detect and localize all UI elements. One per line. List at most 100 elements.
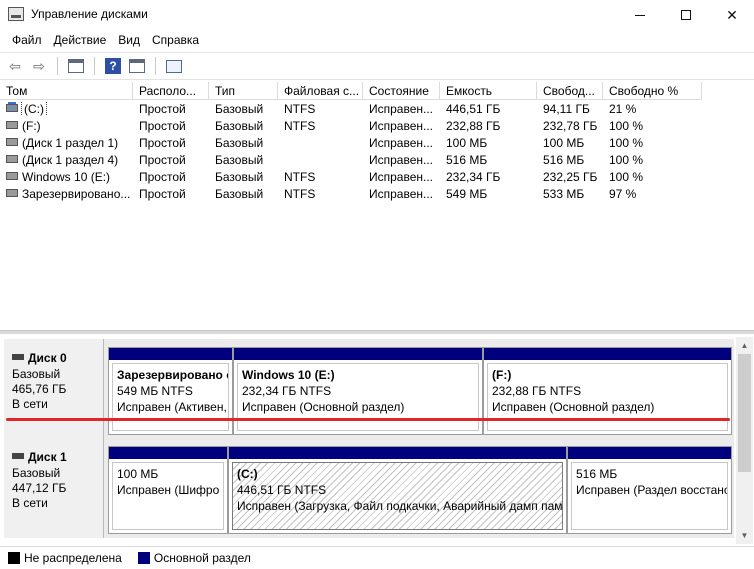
capacity-cell: 549 МБ [446,187,488,201]
status-cell: Исправен... [369,102,434,116]
disk-list-button[interactable] [65,55,87,77]
layout-cell: Простой [139,153,186,167]
volume-drive-icon [6,172,18,180]
volume-drive-icon [6,121,18,129]
column-header-volume[interactable]: Том [0,82,133,100]
legend-item-primary: Основной раздел [137,551,251,565]
partition-title: (C:) [237,467,258,481]
window-title: Управление дисками [31,7,148,21]
column-header-layout[interactable]: Располо... [133,82,209,100]
partition-status: Исправен (Загрузка, Файл подкачки, Авари… [237,499,563,513]
volume-drive-icon [6,189,18,197]
free-cell: 100 МБ [543,136,585,150]
disk-management-app-icon [8,7,24,21]
free-percent-cell: 97 % [609,187,637,201]
vertical-scrollbar[interactable]: ▲ ▼ [736,337,753,544]
menu-help[interactable]: Справка [146,30,205,50]
partition-f[interactable]: (F:) 232,88 ГБ NTFS Исправен (Основной р… [483,347,732,435]
volume-rows: (C:) Простой Базовый NTFS Исправен... 44… [0,101,754,203]
column-header-status[interactable]: Состояние [363,82,440,100]
capacity-cell: 232,88 ГБ [446,119,501,133]
table-row[interactable]: (Диск 1 раздел 1) Простой Базовый Исправ… [0,135,754,152]
partition-size: 446,51 ГБ NTFS [237,483,327,497]
type-cell: Базовый [215,170,264,184]
capacity-cell: 232,34 ГБ [446,170,501,184]
free-percent-cell: 21 % [609,102,637,116]
type-cell: Базовый [215,136,264,150]
column-header-type[interactable]: Тип [209,82,278,100]
partition-type-bar [568,447,731,459]
layout-cell: Простой [139,170,186,184]
partition-type-bar [229,447,566,459]
disk-list-icon [68,59,84,73]
disk-name: Диск 0 [12,351,103,365]
column-header-capacity[interactable]: Емкость [440,82,537,100]
hard-disk-icon [12,354,24,360]
legend-item-unallocated: Не распределена [8,551,122,565]
partition-size: 100 МБ [117,467,159,481]
type-cell: Базовый [215,187,264,201]
menu-view[interactable]: Вид [112,30,146,50]
free-percent-cell: 100 % [609,170,644,184]
system-volume-icon [6,102,18,112]
toolbar-separator [57,57,58,75]
scroll-up-arrow-icon[interactable]: ▲ [736,337,753,354]
back-arrow-icon: ⇦ [9,57,21,74]
volume-cell: (Диск 1 раздел 4) [0,153,133,167]
legend-swatch-primary [137,552,150,564]
layout-cell: Простой [139,136,186,150]
free-cell: 232,25 ГБ [543,170,598,184]
help-button[interactable]: ? [102,55,124,77]
maximize-icon [681,10,691,20]
console-tree-icon [129,59,145,73]
partition-status: Исправен (Активен, [117,400,227,414]
disk-0-label[interactable]: Диск 0 Базовый 465,76 ГБ В сети [4,339,104,439]
scroll-down-arrow-icon[interactable]: ▼ [736,527,753,544]
status-cell: Исправен... [369,136,434,150]
partition-disk1-part4[interactable]: 516 МБ Исправен (Раздел восстано [567,446,732,534]
capacity-cell: 100 МБ [446,136,488,150]
properties-button[interactable] [163,55,185,77]
column-header-free-percent[interactable]: Свободно % [603,82,702,100]
partition-body-selected: (C:) 446,51 ГБ NTFS Исправен (Загрузка, … [232,462,563,530]
disk-type: Базовый [12,367,61,381]
maximize-button[interactable] [663,0,709,30]
table-row[interactable]: (C:) Простой Базовый NTFS Исправен... 44… [0,101,754,118]
disk-size: 465,76 ГБ [12,382,67,396]
layout-cell: Простой [139,102,186,116]
legend-label: Основной раздел [153,551,251,565]
type-cell: Базовый [215,102,264,116]
menu-action[interactable]: Действие [48,30,113,50]
disk-1-label[interactable]: Диск 1 Базовый 447,12 ГБ В сети [4,438,104,538]
partition-reserved[interactable]: Зарезервировано с 549 МБ NTFS Исправен (… [108,347,233,435]
forward-button[interactable]: ⇨ [28,55,50,77]
console-tree-button[interactable] [126,55,148,77]
filesystem-cell: NTFS [284,170,316,184]
disk-state: В сети [12,397,48,411]
partition-c[interactable]: (C:) 446,51 ГБ NTFS Исправен (Загрузка, … [228,446,567,534]
column-header-filesystem[interactable]: Файловая с... [278,82,363,100]
partition-body: 516 МБ Исправен (Раздел восстано [571,462,728,530]
column-header-free[interactable]: Свобод... [537,82,603,100]
minimize-button[interactable] [617,0,663,30]
table-row[interactable]: (Диск 1 раздел 4) Простой Базовый Исправ… [0,152,754,169]
table-row[interactable]: Windows 10 (E:) Простой Базовый NTFS Исп… [0,169,754,186]
close-button[interactable]: ✕ [709,0,754,30]
free-percent-cell: 100 % [609,153,644,167]
scrollbar-thumb[interactable] [738,354,751,472]
volume-cell: Windows 10 (E:) [0,170,133,184]
partition-windows-e[interactable]: Windows 10 (E:) 232,34 ГБ NTFS Исправен … [233,347,483,435]
table-row[interactable]: Зарезервировано... Простой Базовый NTFS … [0,186,754,203]
table-row[interactable]: (F:) Простой Базовый NTFS Исправен... 23… [0,118,754,135]
status-cell: Исправен... [369,119,434,133]
back-button[interactable]: ⇦ [4,55,26,77]
menu-file[interactable]: Файл [6,30,48,50]
partition-status: Исправен (Раздел восстано [576,483,728,497]
toolbar-separator [155,57,156,75]
free-cell: 516 МБ [543,153,585,167]
partition-disk1-part1[interactable]: 100 МБ Исправен (Шифро [108,446,228,534]
status-cell: Исправен... [369,187,434,201]
partition-title: Зарезервировано с [117,368,229,382]
partition-status: Исправен (Основной раздел) [492,400,655,414]
partition-size: 232,34 ГБ NTFS [242,384,332,398]
